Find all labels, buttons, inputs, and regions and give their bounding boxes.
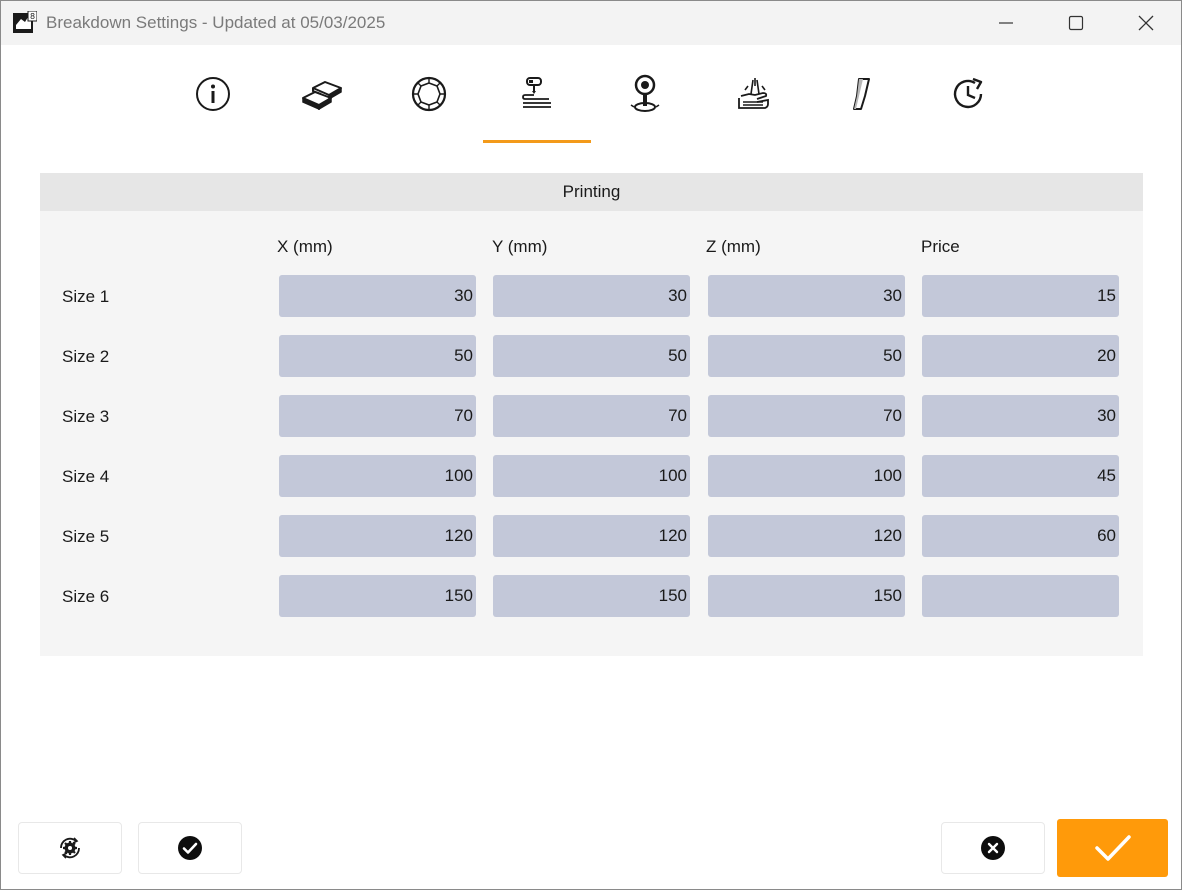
size-4-y-input[interactable]: 100 bbox=[493, 455, 690, 497]
tab-printing[interactable] bbox=[483, 45, 591, 143]
tab-metal[interactable] bbox=[268, 45, 376, 143]
row-label-size-1: Size 1 bbox=[62, 287, 110, 306]
close-icon bbox=[1138, 15, 1154, 31]
category-tabs bbox=[1, 45, 1181, 145]
size-6-x-input[interactable]: 150 bbox=[279, 575, 476, 617]
close-button[interactable] bbox=[1111, 1, 1181, 45]
gem-icon bbox=[411, 76, 447, 112]
confirm-check-icon bbox=[1094, 835, 1131, 861]
size-2-price-input[interactable]: 20 bbox=[922, 335, 1119, 377]
size-4-z-input[interactable]: 100 bbox=[708, 455, 905, 497]
size-3-y-input[interactable]: 70 bbox=[493, 395, 690, 437]
tab-history[interactable] bbox=[915, 45, 1023, 143]
settings-refresh-icon bbox=[60, 837, 80, 859]
size-1-y-input[interactable]: 30 bbox=[493, 275, 690, 317]
row-label-size-5: Size 5 bbox=[62, 527, 110, 546]
size-3-x-input[interactable]: 70 bbox=[279, 395, 476, 437]
column-header-x: X (mm) bbox=[277, 237, 333, 256]
clock-refresh-icon bbox=[953, 77, 983, 109]
size-3-price-input[interactable]: 30 bbox=[922, 395, 1119, 437]
size-5-y-input[interactable]: 120 bbox=[493, 515, 690, 557]
size-2-y-input[interactable]: 50 bbox=[493, 335, 690, 377]
size-2-z-input[interactable]: 50 bbox=[708, 335, 905, 377]
settings-refresh-button[interactable] bbox=[18, 822, 122, 874]
apply-button[interactable] bbox=[138, 822, 242, 874]
check-circle-icon bbox=[178, 836, 202, 860]
size-1-price-input[interactable]: 15 bbox=[922, 275, 1119, 317]
size-6-z-input[interactable]: 150 bbox=[708, 575, 905, 617]
cancel-circle-icon bbox=[981, 836, 1005, 860]
printing-panel: Printing X (mm) Y (mm) Z (mm) Price Size… bbox=[40, 173, 1143, 656]
maximize-button[interactable] bbox=[1041, 1, 1111, 45]
size-6-price-input[interactable] bbox=[922, 575, 1119, 617]
size-5-z-input[interactable]: 120 bbox=[708, 515, 905, 557]
size-4-x-input[interactable]: 100 bbox=[279, 455, 476, 497]
tab-info[interactable] bbox=[159, 45, 267, 143]
title-bar: 8 Breakdown Settings - Updated at 05/03/… bbox=[1, 1, 1181, 45]
polishing-icon bbox=[853, 78, 870, 110]
size-5-x-input[interactable]: 120 bbox=[279, 515, 476, 557]
location-pin-icon bbox=[630, 74, 660, 112]
size-2-x-input[interactable]: 50 bbox=[279, 335, 476, 377]
size-4-price-input[interactable]: 45 bbox=[922, 455, 1119, 497]
size-1-z-input[interactable]: 30 bbox=[708, 275, 905, 317]
size-3-z-input[interactable]: 70 bbox=[708, 395, 905, 437]
row-label-size-2: Size 2 bbox=[62, 347, 110, 366]
info-icon bbox=[196, 77, 230, 111]
window-title: Breakdown Settings - Updated at 05/03/20… bbox=[46, 13, 386, 32]
minimize-icon bbox=[999, 22, 1013, 24]
column-header-z: Z (mm) bbox=[706, 237, 761, 256]
maximize-icon bbox=[1068, 15, 1084, 31]
hand-setting-icon bbox=[738, 78, 769, 109]
printing-icon bbox=[522, 77, 551, 108]
confirm-button[interactable] bbox=[1057, 819, 1168, 877]
column-header-price: Price bbox=[921, 237, 960, 256]
tab-setting[interactable] bbox=[699, 45, 807, 143]
size-5-price-input[interactable]: 60 bbox=[922, 515, 1119, 557]
tab-casting[interactable] bbox=[591, 45, 699, 143]
minimize-button[interactable] bbox=[971, 1, 1041, 45]
app-logo-icon: 8 bbox=[13, 11, 37, 33]
metal-bars-icon bbox=[302, 81, 342, 110]
row-label-size-3: Size 3 bbox=[62, 407, 110, 426]
column-header-y: Y (mm) bbox=[492, 237, 548, 256]
breakdown-settings-window: 8 Breakdown Settings - Updated at 05/03/… bbox=[0, 0, 1182, 890]
tab-polishing[interactable] bbox=[807, 45, 915, 143]
size-6-y-input[interactable]: 150 bbox=[493, 575, 690, 617]
cancel-button[interactable] bbox=[941, 822, 1045, 874]
row-label-size-4: Size 4 bbox=[62, 467, 110, 486]
svg-text:8: 8 bbox=[30, 12, 35, 21]
size-1-x-input[interactable]: 30 bbox=[279, 275, 476, 317]
tab-gems[interactable] bbox=[375, 45, 483, 143]
panel-title: Printing bbox=[40, 173, 1143, 211]
row-label-size-6: Size 6 bbox=[62, 587, 110, 606]
